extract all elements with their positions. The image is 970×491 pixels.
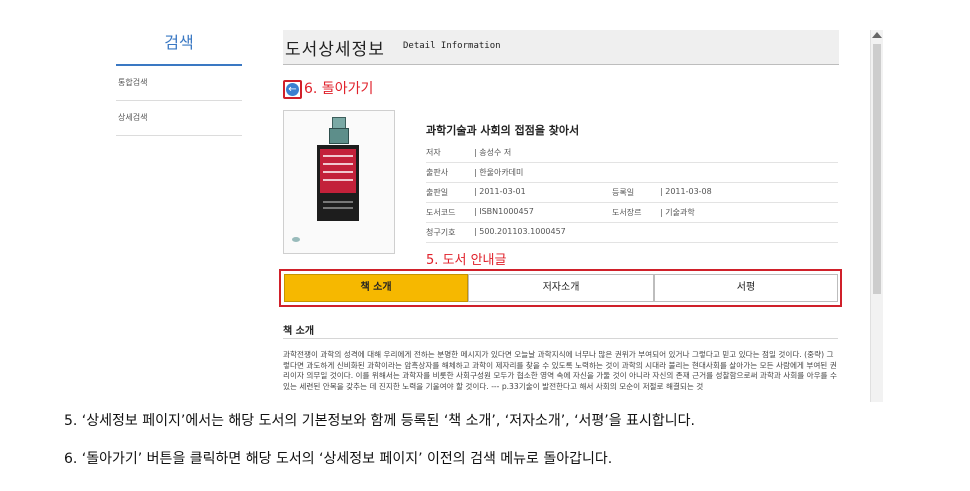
sidebar-item-detail-search[interactable]: 상세검색 [116,101,242,136]
tab-author-intro[interactable]: 저자소개 [468,274,654,302]
tab-review[interactable]: 서평 [654,274,838,302]
sidebar-item-integrated-search[interactable]: 통합검색 [116,66,242,101]
info-row-publisher: 출판사 | 한울아카데미 [426,162,838,183]
book-title: 과학기술과 사회의 접점을 찾아서 [426,124,580,137]
page-subtitle: Detail Information [403,41,501,51]
section-heading: 책 소개 [283,326,315,337]
info-row-call-number: 청구기호 | 500.201103.1000457 [426,222,838,243]
scroll-thumb[interactable] [873,44,881,294]
publisher-logo [292,237,300,242]
section-divider [283,338,838,339]
sidebar-title: 검색 [116,28,242,66]
caption-6: 6. ‘돌아가기’ 버튼을 클릭하면 해당 도서의 ‘상세정보 페이지’ 이전의… [64,451,613,467]
page-title: 도서상세정보 [285,40,385,60]
annotation-back: 6. 돌아가기 [304,81,374,97]
back-arrow-circle-icon: ← [286,83,299,96]
info-row-author: 저자 | 송성수 저 [426,142,838,163]
sidebar: 검색 통합검색 상세검색 [116,28,242,136]
annotation-guide: 5. 도서 안내글 [426,253,507,268]
tab-book-intro[interactable]: 책 소개 [284,274,468,302]
info-row-dates: 출판일 | 2011-03-01 등록일 | 2011-03-08 [426,182,838,203]
page-header: 도서상세정보 Detail Information [283,30,839,65]
scrollbar[interactable] [870,30,883,402]
info-row-code-genre: 도서코드 | ISBN1000457 도서장르 | 기술과학 [426,202,838,223]
caption-5: 5. ‘상세정보 페이지’에서는 해당 도서의 기본정보와 함께 등록된 ‘책 … [64,413,695,429]
book-cover-image [283,110,395,254]
scroll-up-arrow-icon[interactable] [872,32,882,38]
back-button[interactable]: ← [283,80,302,99]
book-intro-text: 과학전쟁이 과학의 성격에 대해 우리에게 전하는 분명한 메시지가 있다면 오… [283,350,837,391]
